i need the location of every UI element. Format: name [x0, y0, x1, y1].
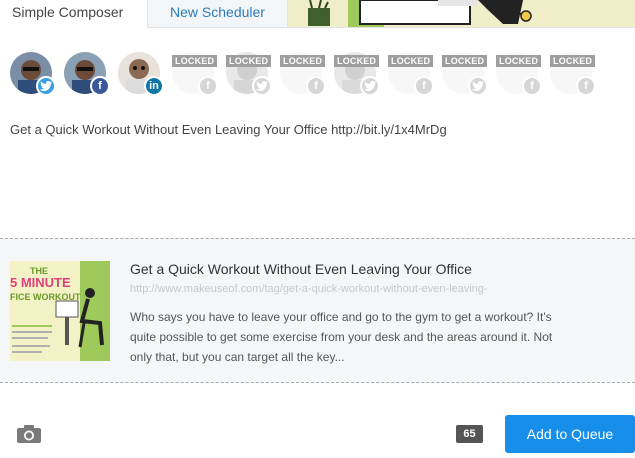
linkedin-icon: in [144, 76, 164, 96]
composer-textarea[interactable]: Get a Quick Workout Without Even Leaving… [10, 122, 447, 137]
profile-locked-7: LOCKED f [496, 52, 542, 98]
profile-locked-1: LOCKED f [172, 52, 218, 98]
thumb-text-2: 5 MINUTE [10, 275, 71, 290]
twitter-icon [360, 76, 380, 96]
facebook-icon: f [90, 76, 110, 96]
preview-thumbnail[interactable]: THE 5 MINUTE FICE WORKOUT [10, 261, 110, 361]
add-to-queue-button[interactable]: Add to Queue [505, 415, 635, 453]
locked-badge: LOCKED [550, 55, 596, 67]
character-count: 65 [456, 425, 483, 443]
locked-badge: LOCKED [442, 55, 488, 67]
locked-badge: LOCKED [496, 55, 542, 67]
profile-locked-3: LOCKED f [280, 52, 326, 98]
profile-selector: f in LOCKED f LOCKED LOCKED f LOCKED LOC… [10, 52, 630, 100]
composer-window: Simple Composer New Scheduler f in LOCKE… [0, 0, 635, 458]
profile-locked-2: LOCKED [226, 52, 272, 98]
profile-linkedin[interactable]: in [118, 52, 164, 98]
locked-badge: LOCKED [388, 55, 434, 67]
profile-locked-5: LOCKED f [388, 52, 434, 98]
locked-badge: LOCKED [172, 55, 218, 67]
tab-new-scheduler[interactable]: New Scheduler [148, 0, 288, 28]
facebook-icon: f [198, 76, 218, 96]
profile-locked-6: LOCKED [442, 52, 488, 98]
tab-bar: Simple Composer New Scheduler [0, 0, 635, 28]
facebook-icon: f [576, 76, 596, 96]
facebook-icon: f [414, 76, 434, 96]
header-illustration [288, 0, 635, 28]
facebook-icon: f [306, 76, 326, 96]
profile-locked-4: LOCKED [334, 52, 380, 98]
locked-badge: LOCKED [334, 55, 380, 67]
preview-url: http://www.makeuseof.com/tag/get-a-quick… [130, 283, 488, 295]
facebook-icon: f [522, 76, 542, 96]
locked-badge: LOCKED [226, 55, 272, 67]
profile-locked-8: LOCKED f [550, 52, 596, 98]
twitter-icon [36, 76, 56, 96]
profile-twitter[interactable] [10, 52, 56, 98]
tab-simple-composer[interactable]: Simple Composer [0, 0, 148, 28]
link-preview: THE 5 MINUTE FICE WORKOUT Get a Quick Wo… [0, 238, 635, 383]
camera-icon[interactable] [16, 424, 44, 444]
twitter-icon [252, 76, 272, 96]
preview-title[interactable]: Get a Quick Workout Without Even Leaving… [130, 261, 472, 277]
profile-facebook[interactable]: f [64, 52, 110, 98]
twitter-icon [468, 76, 488, 96]
preview-description[interactable]: Who says you have to leave your office a… [130, 307, 555, 367]
locked-badge: LOCKED [280, 55, 326, 67]
thumb-text-3: FICE WORKOUT [10, 292, 81, 302]
